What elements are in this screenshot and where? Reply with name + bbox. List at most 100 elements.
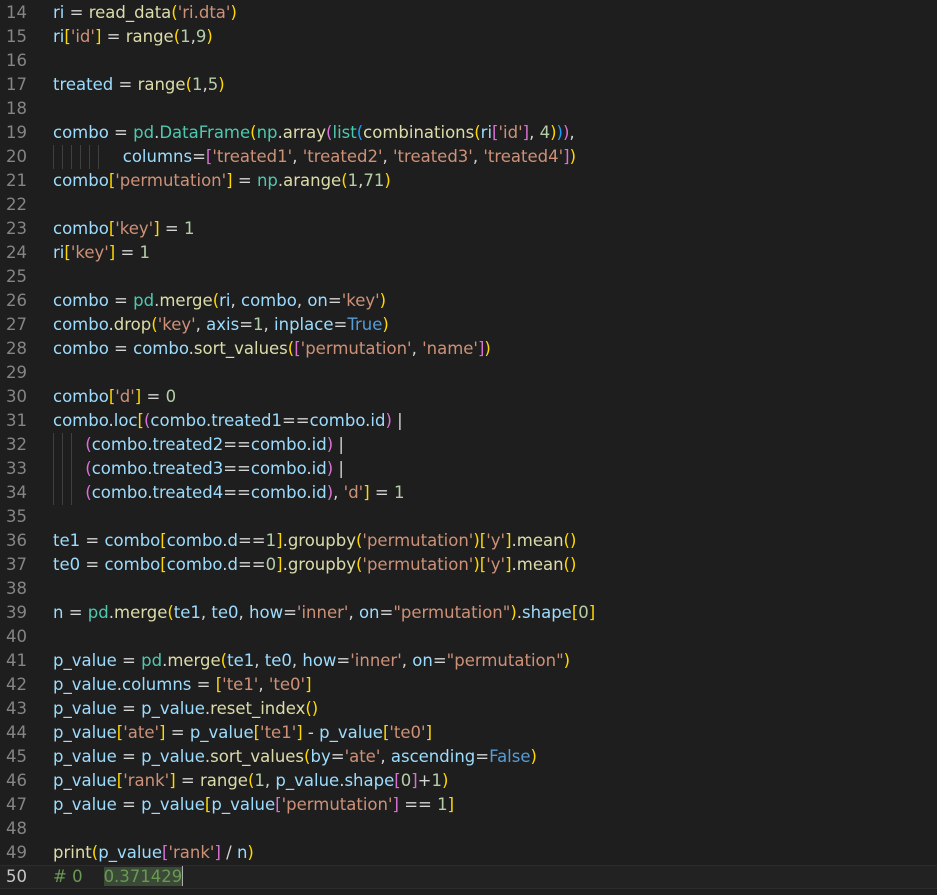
code-line[interactable]: 26 combo = pd.merge(ri, combo, on='key') [0, 289, 937, 313]
code-token: | [391, 411, 403, 430]
code-token: ) [230, 3, 237, 22]
code-line[interactable]: 23 combo['key'] = 1 [0, 217, 937, 241]
code-token: ) [569, 147, 577, 166]
code-text: combo.drop('key', axis=1, inplace=True) [53, 313, 389, 337]
code-token: ) [563, 651, 571, 670]
code-token: 'd' [343, 483, 364, 502]
indent-guide [53, 457, 62, 481]
code-token: np [256, 171, 278, 190]
code-token: pd [87, 603, 109, 622]
line-number: 43 [6, 699, 27, 718]
code-line[interactable]: 35 [0, 505, 937, 529]
code-line[interactable]: 37 te0 = combo[combo.d==0].groupby('permu… [0, 553, 937, 577]
code-token: p_value [211, 795, 276, 814]
code-token: np [256, 123, 278, 142]
code-token: , [291, 651, 303, 670]
code-line[interactable]: 39 n = pd.merge(te1, te0, how='inner', on… [0, 601, 937, 625]
code-line[interactable]: 30 combo['d'] = 0 [0, 385, 937, 409]
code-token: 1 [393, 483, 405, 502]
code-line[interactable]: 22 [0, 193, 937, 217]
code-token: ri [480, 123, 493, 142]
code-token: 1 [139, 243, 151, 262]
code-line[interactable]: 27 combo.drop('key', axis=1, inplace=True… [0, 313, 937, 337]
code-token: p_value [53, 699, 117, 718]
code-line[interactable]: 42 p_value.columns = ['te1', 'te0'] [0, 673, 937, 697]
code-token: combinations [363, 123, 475, 142]
code-token: 'rank' [168, 843, 215, 862]
code-token: array [282, 123, 327, 142]
code-token: / [220, 843, 237, 862]
code-token: ) [311, 699, 319, 718]
code-line[interactable]: 45 p_value = p_value.sort_values(by='ate'… [0, 745, 937, 769]
code-line[interactable]: 47 p_value = p_value[p_value['permutation… [0, 793, 937, 817]
code-token: 1 [437, 795, 448, 814]
code-token: 1 [254, 771, 265, 790]
code-line[interactable]: 28 combo = combo.sort_values(['permutatio… [0, 337, 937, 361]
code-line[interactable]: 31 combo.loc[(combo.treated1==combo.id) | [0, 409, 937, 433]
code-token: 'name' [422, 339, 478, 358]
indent-guide [80, 145, 89, 169]
code-token: , [200, 603, 212, 622]
code-token: ascending [390, 747, 476, 766]
code-text: combo['permutation'] = np.arange(1,71) [53, 169, 391, 193]
code-token: on [307, 291, 328, 310]
code-token: 4 [539, 123, 551, 142]
code-line[interactable]: 40 [0, 625, 937, 649]
code-token: how [302, 651, 337, 670]
code-line[interactable]: 20 columns=['treated1', 'treated2', 'tre… [0, 145, 937, 169]
indent-guide [53, 433, 62, 457]
code-token: = [116, 747, 142, 766]
code-token: == [237, 531, 266, 550]
code-token: combo [250, 459, 307, 478]
code-token: treated1 [211, 411, 282, 430]
code-line[interactable]: 18 [0, 97, 937, 121]
code-line[interactable]: 24 ri['key'] = 1 [0, 241, 937, 265]
code-token: id [311, 483, 327, 502]
code-line[interactable]: 16 [0, 49, 937, 73]
code-editor[interactable]: 14 ri = read_data('ri.dta') 15 ri['id'] = r… [0, 0, 937, 895]
code-token: , [264, 771, 276, 790]
code-token: ri [53, 3, 65, 22]
code-line[interactable]: 17 treated = range(1,5) [0, 73, 937, 97]
code-line[interactable]: 32 (combo.treated2==combo.id) | [0, 433, 937, 457]
code-token: pd [133, 123, 155, 142]
code-token: , [569, 123, 575, 142]
code-token: te1 [227, 651, 255, 670]
code-token: = [191, 675, 216, 694]
code-text: ri = read_data('ri.dta') [53, 1, 237, 25]
code-text: te0 = combo[combo.d==0].groupby('permuta… [53, 553, 576, 577]
code-line[interactable]: 48 [0, 817, 937, 841]
code-token: = [432, 651, 447, 670]
code-line[interactable]: 36 te1 = combo[combo.d==1].groupby('permu… [0, 529, 937, 553]
code-token: ) [569, 555, 577, 574]
code-token: shape [344, 771, 395, 790]
code-token: 'te1' [222, 675, 259, 694]
code-line[interactable]: 14 ri = read_data('ri.dta') [0, 1, 937, 25]
code-line[interactable]: 38 [0, 577, 937, 601]
code-token: = [63, 603, 88, 622]
code-line[interactable]: 19 combo = pd.DataFrame(np.array(list(com… [0, 121, 937, 145]
code-token: | [333, 459, 344, 478]
code-line[interactable]: 41 p_value = pd.merge(te1, te0, how='inne… [0, 649, 937, 673]
code-line[interactable]: 49 print(p_value['rank'] / n) [0, 841, 937, 865]
code-token: combo [166, 531, 223, 550]
code-token: mean [516, 531, 564, 550]
code-token: on [358, 603, 380, 622]
code-line[interactable]: 50 # 0 0.371429 [0, 865, 937, 889]
code-line[interactable]: 44 p_value['ate'] = p_value['te1'] - p_va… [0, 721, 937, 745]
code-line[interactable]: 46 p_value['rank'] = range(1, p_value.sha… [0, 769, 937, 793]
code-text: combo = pd.merge(ri, combo, on='key') [53, 289, 386, 313]
code-line[interactable]: 43 p_value = p_value.reset_index() [0, 697, 937, 721]
code-line[interactable]: 15 ri['id'] = range(1,9) [0, 25, 937, 49]
code-token: "permutation" [393, 603, 511, 622]
code-token: = [115, 243, 140, 262]
code-token: 0 [400, 771, 412, 790]
code-line[interactable]: 34 (combo.treated4==combo.id), 'd'] = 1 [0, 481, 937, 505]
code-line[interactable]: 33 (combo.treated3==combo.id) | [0, 457, 937, 481]
code-token: on [412, 651, 433, 670]
code-token: te1 [173, 603, 201, 622]
code-line[interactable]: 21 combo['permutation'] = np.arange(1,71) [0, 169, 937, 193]
code-text: ri['key'] = 1 [53, 241, 150, 265]
code-line[interactable]: 29 [0, 361, 937, 385]
code-line[interactable]: 25 [0, 265, 937, 289]
